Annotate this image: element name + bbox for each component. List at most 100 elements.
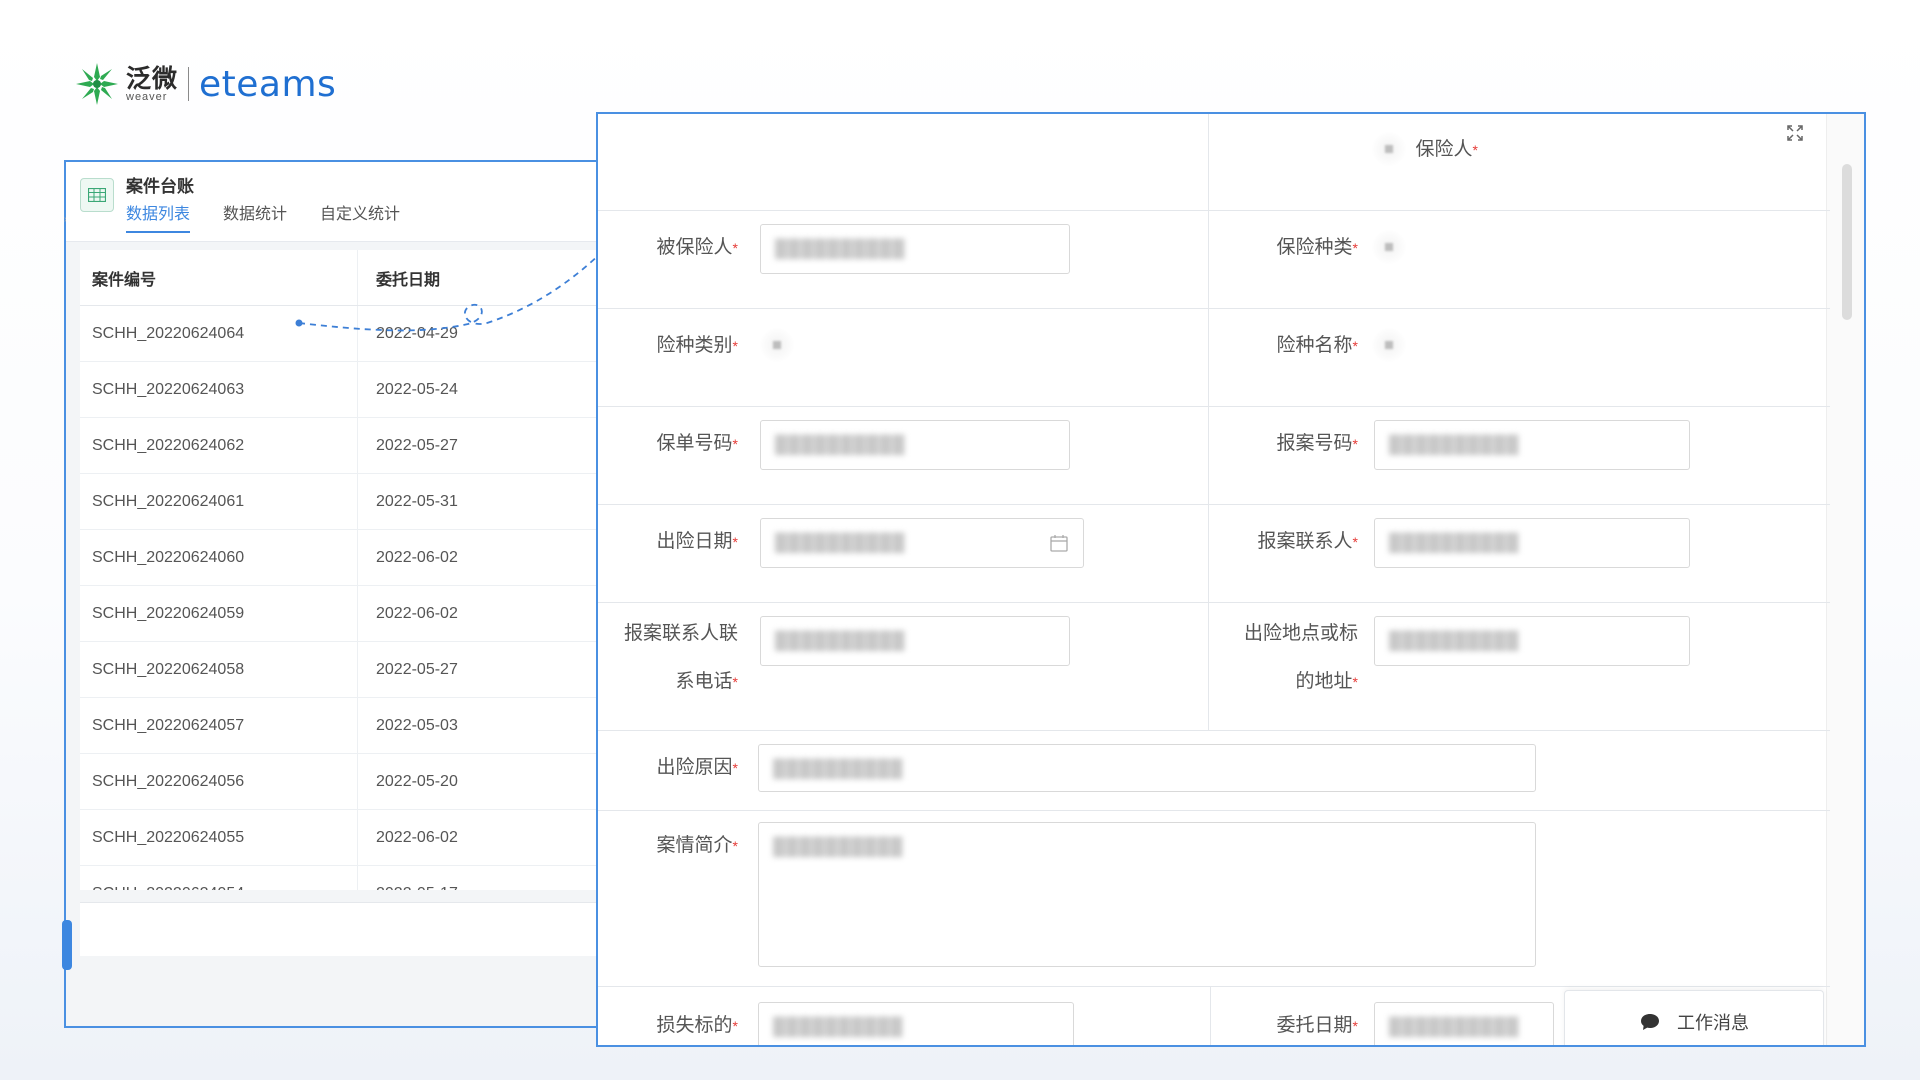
case-no-cell: SCHH_20220624063 <box>80 362 358 417</box>
location-input[interactable]: ██████████ <box>1374 616 1690 666</box>
report-contact-input[interactable]: ██████████ <box>1374 518 1690 568</box>
row-divider <box>598 210 1830 211</box>
loss-subject-input[interactable]: ██████████ <box>758 1002 1074 1045</box>
row-divider <box>598 308 1830 309</box>
weaver-logo-icon <box>76 63 118 105</box>
label-location: 出险地点或标 的地址* <box>1243 623 1358 692</box>
label-loss-subject: 损失标的* <box>656 1015 738 1036</box>
insured-input[interactable]: ██████████ <box>760 224 1070 274</box>
case-detail-form: 保险人* 被保险人* ██████████ 保险种类* 险种类别* 险种名称* … <box>596 112 1866 1047</box>
table-row[interactable]: SCHH_20220624056 2022-05-20 <box>80 754 606 810</box>
tab-custom-stats[interactable]: 自定义统计 <box>320 200 400 233</box>
ledger-tabs: 数据列表 数据统计 自定义统计 <box>126 200 400 233</box>
resize-handle[interactable] <box>62 920 72 970</box>
label-report-no: 报案号码* <box>1276 433 1358 454</box>
table-row[interactable]: SCHH_20220624060 2022-06-02 <box>80 530 606 586</box>
work-message-button[interactable]: 工作消息 <box>1564 990 1824 1045</box>
table-row[interactable]: SCHH_20220624062 2022-05-27 <box>80 418 606 474</box>
risk-name-value[interactable] <box>1372 328 1406 362</box>
table-footer <box>80 902 606 956</box>
case-no-cell: SCHH_20220624054 <box>80 866 358 890</box>
entrust-date-cell: 2022-05-31 <box>376 492 458 510</box>
table-row[interactable]: SCHH_20220624061 2022-05-31 <box>80 474 606 530</box>
label-contact-phone: 报案联系人联 系电话* <box>623 623 738 692</box>
scrollbar-thumb[interactable] <box>1842 164 1852 320</box>
label-cause: 出险原因* <box>656 757 738 778</box>
tab-data-list[interactable]: 数据列表 <box>126 200 191 233</box>
label-insured: 被保险人* <box>656 237 738 258</box>
table-icon <box>80 178 114 212</box>
entrust-date-cell: 2022-06-02 <box>376 604 458 622</box>
row-divider <box>598 406 1830 407</box>
row-divider <box>598 602 1830 603</box>
label-summary: 案情简介* <box>656 835 738 856</box>
table-row[interactable]: SCHH_20220624064 2022-04-29 <box>80 306 606 362</box>
case-ledger-panel: › 案件台账 数据列表 数据统计 自定义统计 案件编号 委托日期 SCHH_20… <box>62 160 606 1028</box>
case-no-cell: SCHH_20220624056 <box>80 754 358 809</box>
table-header-row: 案件编号 委托日期 <box>80 250 606 306</box>
table-row[interactable]: SCHH_20220624055 2022-06-02 <box>80 810 606 866</box>
row-divider <box>598 986 1830 987</box>
entrust-date-cell: 2022-04-29 <box>376 324 458 342</box>
ledger-header: 案件台账 数据列表 数据统计 自定义统计 <box>66 162 604 242</box>
entrust-date-cell: 2022-05-24 <box>376 380 458 398</box>
entrust-date-cell: 2022-05-27 <box>376 436 458 454</box>
brand-en-name: eteams <box>199 63 337 105</box>
table-row[interactable]: SCHH_202206240542022-05-17 <box>80 866 606 890</box>
label-policy-no: 保单号码* <box>656 433 738 454</box>
case-no-cell: SCHH_20220624061 <box>80 474 358 529</box>
column-divider-bottom <box>1210 986 1211 1045</box>
insurer-value[interactable] <box>1372 132 1406 166</box>
accident-date-picker[interactable]: ██████████ <box>760 518 1084 568</box>
label-report-contact: 报案联系人* <box>1257 531 1358 552</box>
table-row[interactable]: SCHH_20220624059 2022-06-02 <box>80 586 606 642</box>
ledger-title: 案件台账 <box>126 177 194 196</box>
brand-logo: 泛微 weaver eteams <box>72 56 336 112</box>
chat-bubble-icon <box>1641 1013 1659 1030</box>
risk-category-value[interactable] <box>760 328 794 362</box>
work-message-label: 工作消息 <box>1677 1012 1749 1033</box>
entrust-date-cell: 2022-06-02 <box>376 548 458 566</box>
report-no-input[interactable]: ██████████ <box>1374 420 1690 470</box>
form-scrollbar[interactable] <box>1826 114 1864 1045</box>
insurance-type-value[interactable] <box>1372 230 1406 264</box>
fullscreen-icon[interactable] <box>1786 124 1806 144</box>
brand-cn-sub: weaver <box>126 91 168 103</box>
entrust-date-cell: 2022-05-03 <box>376 716 458 734</box>
logo-divider <box>188 67 190 101</box>
entrust-date-cell: 2022-05-17 <box>358 866 606 891</box>
case-no-cell: SCHH_20220624060 <box>80 530 358 585</box>
label-accident-date: 出险日期* <box>656 531 738 552</box>
case-table: 案件编号 委托日期 SCHH_20220624064 2022-04-29 SCHH… <box>80 250 606 890</box>
table-row[interactable]: SCHH_20220624057 2022-05-03 <box>80 698 606 754</box>
calendar-icon[interactable] <box>1049 533 1069 553</box>
case-no-cell: SCHH_20220624062 <box>80 418 358 473</box>
policy-no-input[interactable]: ██████████ <box>760 420 1070 470</box>
entrust-date-cell: 2022-05-20 <box>376 772 458 790</box>
column-header-entrust-date[interactable]: 委托日期 <box>358 250 606 305</box>
label-insurer: 保险人* <box>1415 139 1478 160</box>
case-no-cell: SCHH_20220624059 <box>80 586 358 641</box>
column-header-case-no[interactable]: 案件编号 <box>80 250 358 305</box>
table-body: SCHH_20220624064 2022-04-29 SCHH_202206240… <box>80 306 606 890</box>
summary-textarea[interactable]: ██████████ <box>758 822 1536 967</box>
table-row[interactable]: SCHH_20220624058 2022-05-27 <box>80 642 606 698</box>
table-row[interactable]: SCHH_20220624063 2022-05-24 <box>80 362 606 418</box>
entrust-date-input[interactable]: ██████████ <box>1374 1002 1554 1045</box>
tab-data-stats[interactable]: 数据统计 <box>223 200 287 233</box>
contact-phone-input[interactable]: ██████████ <box>760 616 1070 666</box>
brand-cn-name: 泛微 <box>126 65 179 93</box>
label-entrust-date: 委托日期* <box>1276 1015 1358 1036</box>
case-no-cell: SCHH_20220624064 <box>80 306 358 361</box>
row-divider <box>598 810 1830 811</box>
label-insurance-type: 保险种类* <box>1276 237 1358 258</box>
label-risk-name: 险种名称* <box>1276 335 1358 356</box>
label-risk-category: 险种类别* <box>656 335 738 356</box>
row-divider <box>598 730 1830 731</box>
cause-input[interactable]: ██████████ <box>758 744 1536 792</box>
entrust-date-cell: 2022-06-02 <box>376 828 458 846</box>
entrust-date-cell: 2022-05-27 <box>376 660 458 678</box>
case-no-cell: SCHH_20220624057 <box>80 698 358 753</box>
case-no-cell: SCHH_20220624055 <box>80 810 358 865</box>
case-no-cell: SCHH_20220624058 <box>80 642 358 697</box>
